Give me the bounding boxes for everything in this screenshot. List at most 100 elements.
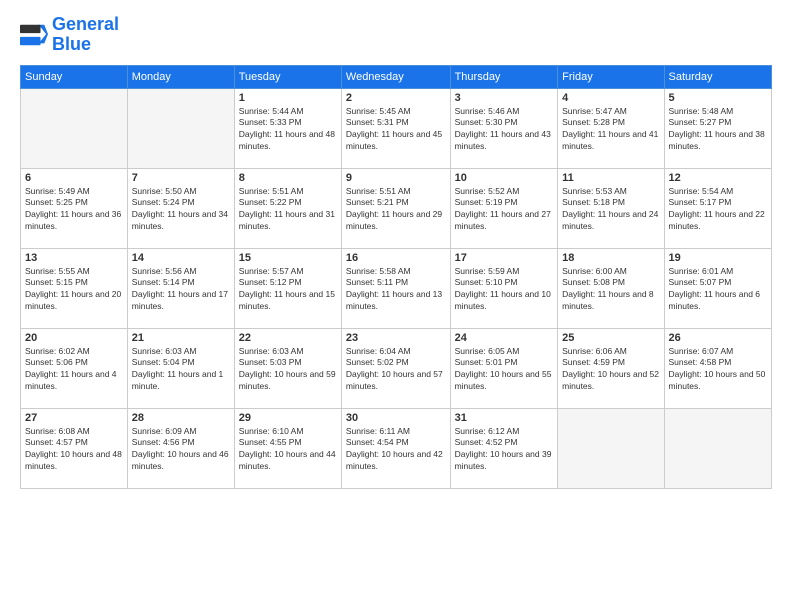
day-detail: Sunrise: 5:48 AM Sunset: 5:27 PM Dayligh… bbox=[669, 106, 767, 154]
day-detail: Sunrise: 5:45 AM Sunset: 5:31 PM Dayligh… bbox=[346, 106, 446, 154]
calendar-cell: 9 Sunrise: 5:51 AM Sunset: 5:21 PM Daylig… bbox=[341, 168, 450, 248]
calendar-cell: 6 Sunrise: 5:49 AM Sunset: 5:25 PM Daylig… bbox=[21, 168, 128, 248]
weekday-header-tuesday: Tuesday bbox=[234, 65, 341, 88]
logo-text: General Blue bbox=[52, 15, 119, 55]
day-detail: Sunrise: 5:50 AM Sunset: 5:24 PM Dayligh… bbox=[132, 186, 230, 234]
calendar-cell: 18 Sunrise: 6:00 AM Sunset: 5:08 PM Dayli… bbox=[558, 248, 664, 328]
day-number: 12 bbox=[669, 172, 767, 184]
day-number: 10 bbox=[455, 172, 554, 184]
calendar-cell: 27 Sunrise: 6:08 AM Sunset: 4:57 PM Dayli… bbox=[21, 408, 128, 488]
calendar-cell: 12 Sunrise: 5:54 AM Sunset: 5:17 PM Dayli… bbox=[664, 168, 771, 248]
weekday-header-monday: Monday bbox=[127, 65, 234, 88]
day-detail: Sunrise: 5:54 AM Sunset: 5:17 PM Dayligh… bbox=[669, 186, 767, 234]
day-number: 7 bbox=[132, 172, 230, 184]
day-number: 9 bbox=[346, 172, 446, 184]
day-detail: Sunrise: 6:03 AM Sunset: 5:03 PM Dayligh… bbox=[239, 346, 337, 394]
day-detail: Sunrise: 5:57 AM Sunset: 5:12 PM Dayligh… bbox=[239, 266, 337, 314]
week-row-0: 1 Sunrise: 5:44 AM Sunset: 5:33 PM Daylig… bbox=[21, 88, 772, 168]
calendar-cell: 16Sunrise: 5:58 AM Sunset: 5:11 PM Dayli… bbox=[341, 248, 450, 328]
week-row-1: 6 Sunrise: 5:49 AM Sunset: 5:25 PM Daylig… bbox=[21, 168, 772, 248]
day-detail: Sunrise: 5:44 AM Sunset: 5:33 PM Dayligh… bbox=[239, 106, 337, 154]
day-detail: Sunrise: 5:59 AM Sunset: 5:10 PM Dayligh… bbox=[455, 266, 554, 314]
weekday-header-saturday: Saturday bbox=[664, 65, 771, 88]
day-number: 4 bbox=[562, 92, 659, 104]
weekday-header-row: SundayMondayTuesdayWednesdayThursdayFrid… bbox=[21, 65, 772, 88]
day-number: 31 bbox=[455, 412, 554, 424]
calendar-cell: 2Sunrise: 5:45 AM Sunset: 5:31 PM Daylig… bbox=[341, 88, 450, 168]
day-number: 21 bbox=[132, 332, 230, 344]
day-detail: Sunrise: 5:56 AM Sunset: 5:14 PM Dayligh… bbox=[132, 266, 230, 314]
weekday-header-thursday: Thursday bbox=[450, 65, 558, 88]
day-number: 5 bbox=[669, 92, 767, 104]
weekday-header-sunday: Sunday bbox=[21, 65, 128, 88]
calendar-cell: 10Sunrise: 5:52 AM Sunset: 5:19 PM Dayli… bbox=[450, 168, 558, 248]
calendar-cell: 11 Sunrise: 5:53 AM Sunset: 5:18 PM Dayli… bbox=[558, 168, 664, 248]
calendar-cell: 20Sunrise: 6:02 AM Sunset: 5:06 PM Dayli… bbox=[21, 328, 128, 408]
calendar-cell: 22 Sunrise: 6:03 AM Sunset: 5:03 PM Dayli… bbox=[234, 328, 341, 408]
day-number: 16 bbox=[346, 252, 446, 264]
calendar-cell: 14 Sunrise: 5:56 AM Sunset: 5:14 PM Dayli… bbox=[127, 248, 234, 328]
weekday-header-wednesday: Wednesday bbox=[341, 65, 450, 88]
calendar-cell: 31 Sunrise: 6:12 AM Sunset: 4:52 PM Dayli… bbox=[450, 408, 558, 488]
day-detail: Sunrise: 6:03 AM Sunset: 5:04 PM Dayligh… bbox=[132, 346, 230, 394]
day-detail: Sunrise: 5:49 AM Sunset: 5:25 PM Dayligh… bbox=[25, 186, 123, 234]
calendar-cell: 3Sunrise: 5:46 AM Sunset: 5:30 PM Daylig… bbox=[450, 88, 558, 168]
day-number: 26 bbox=[669, 332, 767, 344]
calendar-cell: 19 Sunrise: 6:01 AM Sunset: 5:07 PM Dayli… bbox=[664, 248, 771, 328]
day-detail: Sunrise: 5:51 AM Sunset: 5:21 PM Dayligh… bbox=[346, 186, 446, 234]
calendar-cell bbox=[21, 88, 128, 168]
calendar-cell: 25Sunrise: 6:06 AM Sunset: 4:59 PM Dayli… bbox=[558, 328, 664, 408]
day-number: 15 bbox=[239, 252, 337, 264]
calendar-cell bbox=[558, 408, 664, 488]
logo: General Blue bbox=[20, 15, 119, 55]
day-number: 18 bbox=[562, 252, 659, 264]
day-number: 24 bbox=[455, 332, 554, 344]
week-row-4: 27 Sunrise: 6:08 AM Sunset: 4:57 PM Dayli… bbox=[21, 408, 772, 488]
day-number: 17 bbox=[455, 252, 554, 264]
calendar-cell: 23Sunrise: 6:04 AM Sunset: 5:02 PM Dayli… bbox=[341, 328, 450, 408]
day-detail: Sunrise: 5:55 AM Sunset: 5:15 PM Dayligh… bbox=[25, 266, 123, 314]
day-number: 30 bbox=[346, 412, 446, 424]
day-number: 6 bbox=[25, 172, 123, 184]
header: General Blue bbox=[20, 15, 772, 55]
calendar-cell: 17 Sunrise: 5:59 AM Sunset: 5:10 PM Dayli… bbox=[450, 248, 558, 328]
day-number: 22 bbox=[239, 332, 337, 344]
day-detail: Sunrise: 6:08 AM Sunset: 4:57 PM Dayligh… bbox=[25, 426, 123, 474]
day-detail: Sunrise: 5:46 AM Sunset: 5:30 PM Dayligh… bbox=[455, 106, 554, 154]
day-detail: Sunrise: 6:07 AM Sunset: 4:58 PM Dayligh… bbox=[669, 346, 767, 394]
calendar-cell: 8Sunrise: 5:51 AM Sunset: 5:22 PM Daylig… bbox=[234, 168, 341, 248]
calendar-cell: 21 Sunrise: 6:03 AM Sunset: 5:04 PM Dayli… bbox=[127, 328, 234, 408]
day-detail: Sunrise: 6:06 AM Sunset: 4:59 PM Dayligh… bbox=[562, 346, 659, 394]
day-number: 19 bbox=[669, 252, 767, 264]
day-detail: Sunrise: 6:12 AM Sunset: 4:52 PM Dayligh… bbox=[455, 426, 554, 474]
day-number: 11 bbox=[562, 172, 659, 184]
day-number: 20 bbox=[25, 332, 123, 344]
day-number: 29 bbox=[239, 412, 337, 424]
day-detail: Sunrise: 5:53 AM Sunset: 5:18 PM Dayligh… bbox=[562, 186, 659, 234]
calendar-table: SundayMondayTuesdayWednesdayThursdayFrid… bbox=[20, 65, 772, 489]
calendar-cell bbox=[127, 88, 234, 168]
day-number: 23 bbox=[346, 332, 446, 344]
logo-icon bbox=[20, 21, 48, 49]
day-detail: Sunrise: 6:00 AM Sunset: 5:08 PM Dayligh… bbox=[562, 266, 659, 314]
calendar-cell: 5 Sunrise: 5:48 AM Sunset: 5:27 PM Daylig… bbox=[664, 88, 771, 168]
calendar-cell: 29 Sunrise: 6:10 AM Sunset: 4:55 PM Dayli… bbox=[234, 408, 341, 488]
day-number: 28 bbox=[132, 412, 230, 424]
calendar-cell: 30 Sunrise: 6:11 AM Sunset: 4:54 PM Dayli… bbox=[341, 408, 450, 488]
day-number: 27 bbox=[25, 412, 123, 424]
day-detail: Sunrise: 6:10 AM Sunset: 4:55 PM Dayligh… bbox=[239, 426, 337, 474]
calendar-cell: 1 Sunrise: 5:44 AM Sunset: 5:33 PM Daylig… bbox=[234, 88, 341, 168]
day-detail: Sunrise: 6:05 AM Sunset: 5:01 PM Dayligh… bbox=[455, 346, 554, 394]
week-row-2: 13 Sunrise: 5:55 AM Sunset: 5:15 PM Dayli… bbox=[21, 248, 772, 328]
day-number: 13 bbox=[25, 252, 123, 264]
day-number: 1 bbox=[239, 92, 337, 104]
calendar-cell: 13 Sunrise: 5:55 AM Sunset: 5:15 PM Dayli… bbox=[21, 248, 128, 328]
weekday-header-friday: Friday bbox=[558, 65, 664, 88]
calendar-cell: 24 Sunrise: 6:05 AM Sunset: 5:01 PM Dayli… bbox=[450, 328, 558, 408]
day-number: 8 bbox=[239, 172, 337, 184]
page: General Blue SundayMondayTuesdayWednesda… bbox=[0, 0, 792, 612]
day-detail: Sunrise: 6:11 AM Sunset: 4:54 PM Dayligh… bbox=[346, 426, 446, 474]
week-row-3: 20Sunrise: 6:02 AM Sunset: 5:06 PM Dayli… bbox=[21, 328, 772, 408]
day-detail: Sunrise: 6:01 AM Sunset: 5:07 PM Dayligh… bbox=[669, 266, 767, 314]
day-number: 14 bbox=[132, 252, 230, 264]
